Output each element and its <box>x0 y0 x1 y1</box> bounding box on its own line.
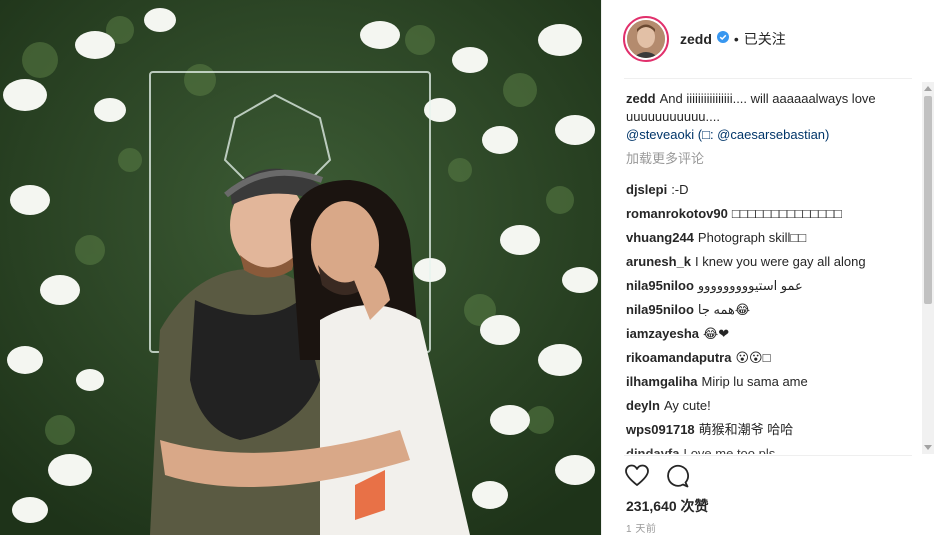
comment-row: rikoamandaputra 😮😮□ <box>626 346 922 370</box>
comment-text: همه جا😂 <box>697 302 751 317</box>
comment-username[interactable]: ilhamgaliha <box>626 374 698 389</box>
action-bar <box>624 462 704 490</box>
post-sidebar: zedd • 已关注 zedd And iiiiiiiiiiiiiiii.... … <box>601 0 934 535</box>
comment-username[interactable]: romanrokotov90 <box>626 206 728 221</box>
heart-icon[interactable] <box>624 463 650 489</box>
comment-row: nila95niloo همه جا😂 <box>626 298 922 322</box>
comment-row: djslepi :-D <box>626 178 922 202</box>
comment-row: arunesh_k I knew you were gay all along <box>626 250 922 274</box>
comment-row: vhuang244 Photograph skill□□ <box>626 226 922 250</box>
comment-text: I knew you were gay all along <box>695 254 866 269</box>
post-photo[interactable] <box>0 0 601 535</box>
header-divider <box>624 78 912 79</box>
comment-text: Mirip lu sama ame <box>701 374 808 389</box>
comment-username[interactable]: iamzayesha <box>626 326 699 341</box>
comment-bubble-icon[interactable] <box>664 463 690 489</box>
comment-username[interactable]: rikoamandaputra <box>626 350 731 365</box>
caption-text: And iiiiiiiiiiiiiiii.... will aaaaaalway… <box>626 91 876 124</box>
comment-username[interactable]: nila95niloo <box>626 302 694 317</box>
avatar[interactable] <box>623 16 669 62</box>
comments-scrollbar[interactable] <box>922 82 934 454</box>
comment-username[interactable]: deyln <box>626 398 660 413</box>
comment-row: ilhamgaliha Mirip lu sama ame <box>626 370 922 394</box>
comment-username[interactable]: dindayfa <box>626 446 679 454</box>
comment-row: wps091718 萌猴和潮爷 哈哈 <box>626 418 922 442</box>
like-count[interactable]: 231,640 次赞 <box>626 496 709 516</box>
caption-credit-mention[interactable]: @caesarsebastian <box>717 127 825 142</box>
comment-username[interactable]: wps091718 <box>626 422 695 437</box>
comment-text: 萌猴和潮爷 哈哈 <box>698 422 794 437</box>
caption-credit-close: ) <box>825 127 830 142</box>
comment-username[interactable]: nila95niloo <box>626 278 694 293</box>
instagram-post: zedd • 已关注 zedd And iiiiiiiiiiiiiiii.... … <box>0 0 934 535</box>
scroll-down-arrow-icon[interactable] <box>924 445 932 450</box>
comment-username[interactable]: vhuang244 <box>626 230 694 245</box>
scrollbar-thumb[interactable] <box>924 96 932 304</box>
comment-text: 😮😮□ <box>735 350 771 365</box>
comment-text: Ay cute! <box>663 398 711 413</box>
photo-illustration <box>0 0 601 535</box>
comment-row: nila95niloo عمو استيووووووووو <box>626 274 922 298</box>
actions-divider <box>624 455 912 456</box>
header-username[interactable]: zedd <box>680 31 712 47</box>
scroll-up-arrow-icon[interactable] <box>924 86 932 91</box>
comment-text: □□□□□□□□□□□□□□ <box>731 206 842 221</box>
comment-row: romanrokotov90 □□□□□□□□□□□□□□ <box>626 202 922 226</box>
caption: zedd And iiiiiiiiiiiiiiii.... will aaaaaa… <box>626 90 922 144</box>
caption-username[interactable]: zedd <box>626 91 656 106</box>
comment-row: dindayfa Love me too pls <box>626 442 922 454</box>
comment-text: 😂❤ <box>703 326 730 341</box>
comment-text: Love me too pls <box>683 446 776 454</box>
follow-button[interactable]: 已关注 <box>744 29 786 49</box>
caption-mention[interactable]: @steveaoki <box>626 127 694 142</box>
comment-text: عمو استيووووووووو <box>697 278 803 293</box>
comment-text: Photograph skill□□ <box>697 230 807 245</box>
comment-row: deyln Ay cute! <box>626 394 922 418</box>
comment-username[interactable]: arunesh_k <box>626 254 691 269</box>
post-header: zedd • 已关注 <box>602 0 934 78</box>
comment-username[interactable]: djslepi <box>626 182 667 197</box>
separator-dot: • <box>733 31 739 47</box>
comment-text: :-D <box>671 182 689 197</box>
comment-row: iamzayesha 😂❤ <box>626 322 922 346</box>
caption-credit-open: ( <box>694 127 703 142</box>
avatar-portrait <box>627 20 665 58</box>
load-more-comments-link[interactable]: 加载更多评论 <box>626 150 922 168</box>
avatar-image <box>627 20 665 58</box>
post-timestamp[interactable]: 1 天前 <box>626 520 656 535</box>
comments-list: zedd And iiiiiiiiiiiiiiii.... will aaaaaa… <box>626 90 922 454</box>
verified-badge-icon <box>716 30 729 48</box>
caption-credit-glyph: □ <box>702 127 710 142</box>
